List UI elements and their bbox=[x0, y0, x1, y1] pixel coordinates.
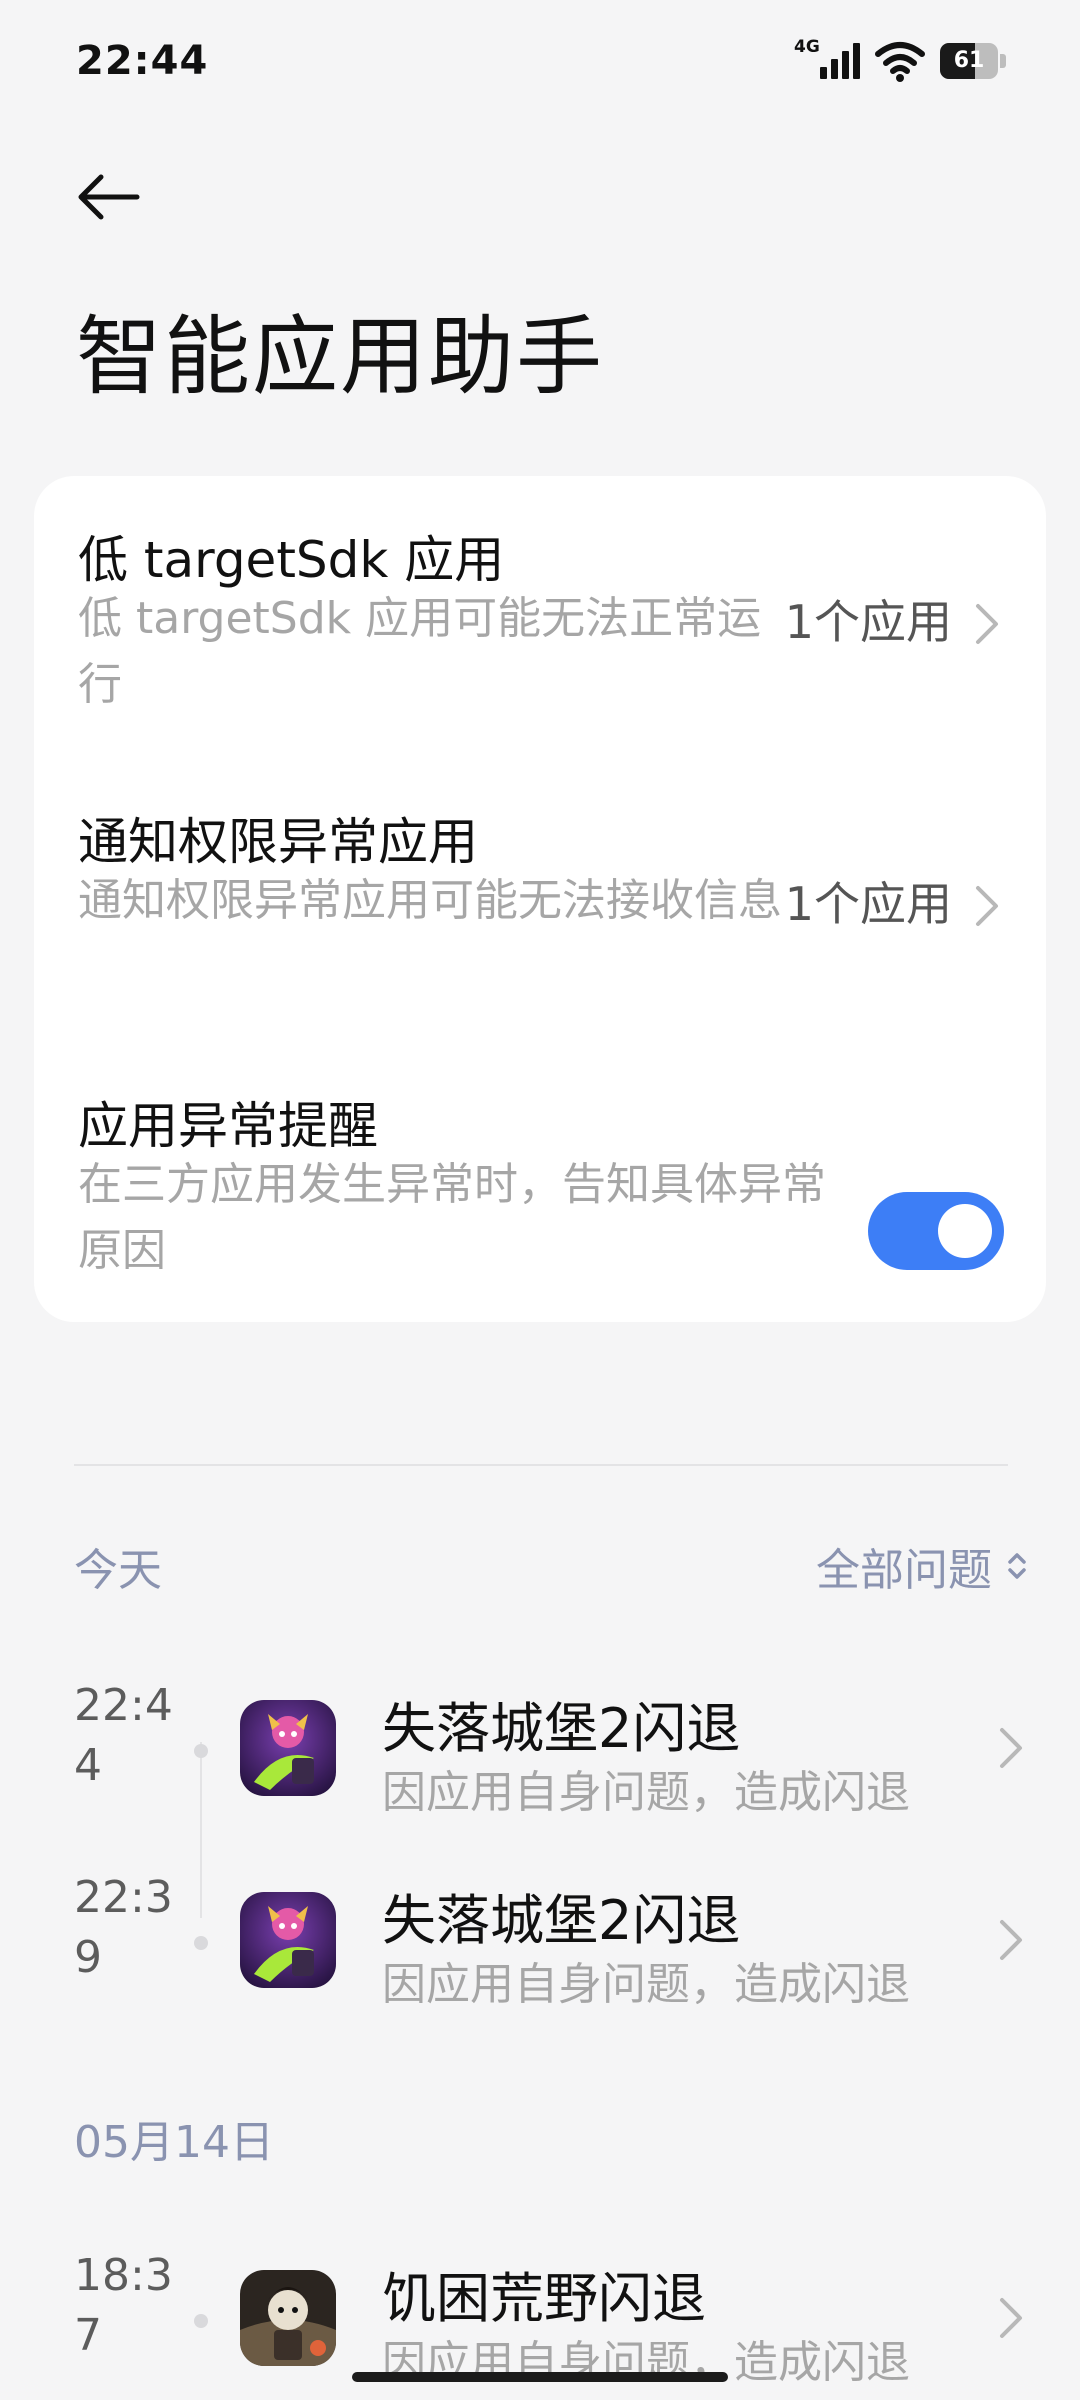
row-title: 低 targetSdk 应用 bbox=[78, 531, 505, 589]
row-title: 通知权限异常应用 bbox=[78, 813, 478, 871]
lost-castle-2-app-icon bbox=[240, 1700, 336, 1796]
row-description: 在三方应用发生异常时，告知具体异常原因 bbox=[78, 1159, 826, 1276]
network-type: 4G bbox=[794, 37, 820, 57]
log-entry[interactable]: 22:39 失落城堡2闪退 因应用自身问题，造成闪退 bbox=[0, 1868, 1080, 2018]
screen: 22:44 4G 61 智能应用助手 低 targetSdk 应用 低 targ… bbox=[0, 0, 1080, 2400]
section-label-today: 今天 bbox=[74, 1545, 162, 1596]
log-time: 18:37 bbox=[74, 2250, 173, 2361]
lost-castle-2-app-icon bbox=[240, 1892, 336, 1988]
section-label-date: 05月14日 bbox=[74, 2117, 274, 2168]
back-button[interactable] bbox=[66, 160, 150, 234]
row-description: 通知权限异常应用可能无法接收信息 bbox=[78, 875, 782, 926]
filter-label: 全部问题 bbox=[816, 1545, 992, 1596]
log-time: 22:39 bbox=[74, 1872, 173, 1983]
exception-reminder-toggle[interactable] bbox=[868, 1192, 1004, 1270]
row-title: 应用异常提醒 bbox=[78, 1097, 378, 1155]
battery-level: 61 bbox=[953, 48, 985, 73]
chevron-right-icon bbox=[976, 886, 998, 926]
battery-icon: 61 bbox=[940, 43, 1006, 79]
home-indicator[interactable] bbox=[352, 2372, 728, 2382]
log-title: 失落城堡2闪退 bbox=[382, 1697, 741, 1760]
timeline-dot bbox=[194, 1744, 208, 1758]
back-arrow-icon bbox=[78, 174, 140, 220]
low-targetsdk-row[interactable]: 低 targetSdk 应用 低 targetSdk 应用可能无法正常运行 1个… bbox=[34, 476, 1046, 760]
log-title: 饥困荒野闪退 bbox=[382, 2267, 706, 2330]
log-title: 失落城堡2闪退 bbox=[382, 1889, 741, 1952]
dont-starve-app-icon bbox=[240, 2270, 336, 2366]
wifi-icon bbox=[875, 42, 925, 82]
row-value: 1个应用 bbox=[784, 595, 952, 649]
log-reason: 因应用自身问题，造成闪退 bbox=[382, 1959, 910, 2010]
log-reason: 因应用自身问题，造成闪退 bbox=[382, 1767, 910, 1818]
signal-icon: 4G bbox=[794, 37, 860, 83]
toggle-knob bbox=[938, 1204, 992, 1258]
filter-dropdown[interactable]: 全部问题 bbox=[816, 1534, 1028, 1598]
status-bar: 22:44 4G 61 bbox=[0, 0, 1080, 120]
row-value: 1个应用 bbox=[784, 877, 952, 931]
page-title: 智能应用助手 bbox=[76, 307, 604, 407]
timeline-dot bbox=[194, 2314, 208, 2328]
sort-updown-icon bbox=[1008, 1553, 1026, 1579]
app-exception-reminder-row: 应用异常提醒 在三方应用发生异常时，告知具体异常原因 bbox=[34, 1044, 1046, 1322]
log-time: 22:44 bbox=[74, 1680, 173, 1791]
notification-permission-row[interactable]: 通知权限异常应用 通知权限异常应用可能无法接收信息 1个应用 bbox=[34, 760, 1046, 1044]
chevron-right-icon bbox=[1000, 1920, 1022, 1960]
divider bbox=[74, 1464, 1008, 1466]
status-time: 22:44 bbox=[76, 38, 209, 84]
chevron-right-icon bbox=[1000, 2298, 1022, 2338]
timeline-dot bbox=[194, 1936, 208, 1950]
status-icons: 4G 61 bbox=[794, 37, 1006, 84]
chevron-right-icon bbox=[976, 604, 998, 644]
log-entry[interactable]: 22:44 失落城堡2闪退 因应用自身问题，造成闪退 bbox=[0, 1676, 1080, 1826]
settings-card: 低 targetSdk 应用 低 targetSdk 应用可能无法正常运行 1个… bbox=[34, 476, 1046, 1322]
row-description: 低 targetSdk 应用可能无法正常运行 bbox=[78, 593, 762, 710]
chevron-right-icon bbox=[1000, 1728, 1022, 1768]
